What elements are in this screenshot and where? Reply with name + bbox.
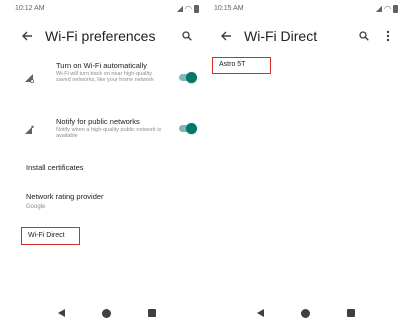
setting-description: Wi-Fi will turn back on near high-qualit… <box>56 71 154 84</box>
setting-description: Notify when a high-quality public networ… <box>56 127 162 140</box>
wifi-direct-label: Wi-Fi Direct <box>28 231 65 239</box>
status-time: 10:12 AM <box>15 5 45 12</box>
nav-home-icon[interactable] <box>300 308 310 318</box>
back-arrow-icon[interactable] <box>9 17 45 55</box>
nav-recents-icon[interactable] <box>347 309 356 317</box>
navigation-bar <box>9 298 205 328</box>
back-arrow-icon[interactable] <box>208 17 244 55</box>
setting-title: Turn on Wi-Fi automatically <box>56 61 147 70</box>
network-rating-provider-value: Google <box>26 204 46 210</box>
status-icons: ◢ ◠ <box>176 3 199 13</box>
search-icon[interactable] <box>352 17 376 55</box>
page-title: Wi-Fi preferences <box>45 28 156 44</box>
install-certificates-label: Install certificates <box>26 163 84 172</box>
page-title: Wi-Fi Direct <box>244 28 318 44</box>
setting-title: Notify for public networks <box>56 117 140 126</box>
signal-icon: ◢ <box>375 3 383 13</box>
battery-icon <box>393 4 398 13</box>
wifi-preferences-screen: 10:12 AM ◢ ◠ Wi-Fi preferences Turn on W… <box>9 0 205 328</box>
app-bar: Wi-Fi Direct <box>208 17 404 55</box>
peer-device-item[interactable]: Astro 5T <box>212 57 271 74</box>
wifi-icon: ◠ <box>384 3 391 13</box>
peer-device-name: Astro 5T <box>219 61 246 68</box>
more-options-icon[interactable] <box>376 17 400 55</box>
notify-public-networks[interactable]: Notify for public networks Notify when a… <box>9 116 205 150</box>
wifi-direct-screen: 10:15 AM ◢ ◠ Wi-Fi Direct Astro 5T <box>208 0 404 328</box>
network-rating-provider-label: Network rating provider <box>26 192 104 201</box>
nav-home-icon[interactable] <box>101 308 111 318</box>
network-rating-provider-item[interactable]: Network rating provider Google <box>26 192 104 210</box>
nav-back-icon[interactable] <box>57 309 65 317</box>
status-bar: 10:15 AM ◢ ◠ <box>208 0 404 17</box>
nav-back-icon[interactable] <box>256 309 264 317</box>
wifi-direct-item[interactable]: Wi-Fi Direct <box>21 227 80 245</box>
signal-icon: ◢ <box>176 3 184 13</box>
navigation-bar <box>208 298 404 328</box>
install-certificates-item[interactable]: Install certificates <box>26 163 84 172</box>
wifi-notify-icon <box>22 123 36 137</box>
status-time: 10:15 AM <box>214 5 244 12</box>
stage: 10:12 AM ◢ ◠ Wi-Fi preferences Turn on W… <box>0 0 410 328</box>
battery-icon <box>194 4 199 13</box>
status-bar: 10:12 AM ◢ ◠ <box>9 0 205 17</box>
wifi-icon: ◠ <box>185 3 192 13</box>
search-icon[interactable] <box>175 17 199 55</box>
auto-wifi-toggle[interactable] <box>177 72 197 83</box>
wifi-auto-icon <box>22 71 36 85</box>
notify-public-toggle[interactable] <box>177 123 197 134</box>
turn-on-wifi-automatically[interactable]: Turn on Wi-Fi automatically Wi-Fi will t… <box>9 60 205 100</box>
status-icons: ◢ ◠ <box>375 3 398 13</box>
app-bar: Wi-Fi preferences <box>9 17 205 55</box>
nav-recents-icon[interactable] <box>148 309 157 317</box>
